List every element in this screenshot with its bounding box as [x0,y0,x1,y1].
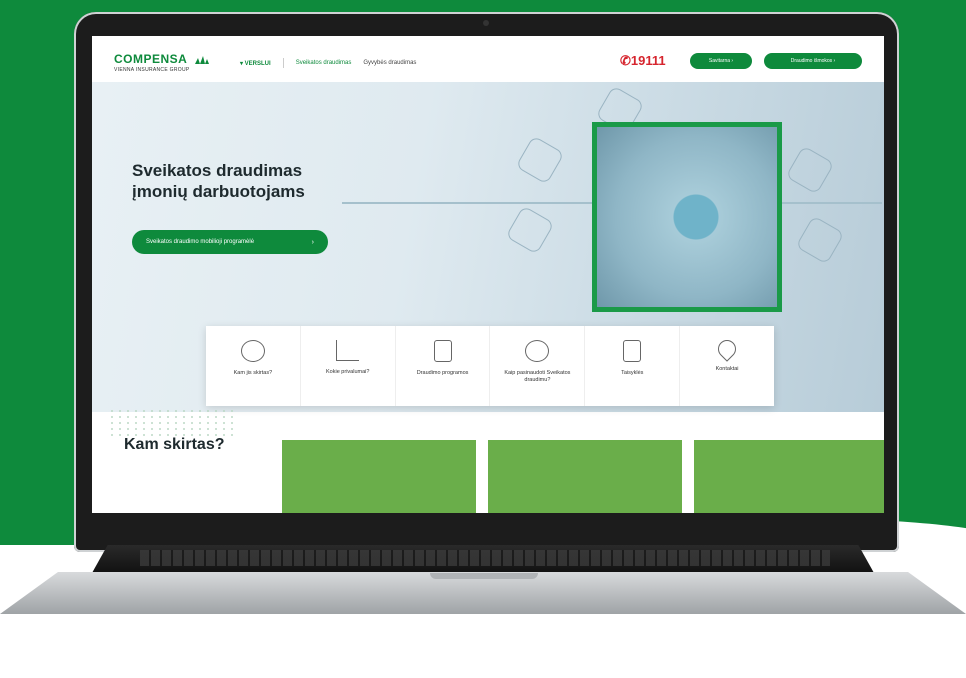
stethoscope-image [592,122,782,312]
logo-subtitle: VIENNA INSURANCE GROUP [114,67,190,73]
main-nav: ▾ VERSLUI Sveikatos draudimas Gyvybės dr… [240,58,416,68]
target-icon [240,340,265,362]
nav-item-health-insurance[interactable]: Sveikatos draudimas [296,60,352,66]
quick-link-target[interactable]: Kam jis skirtas? [206,326,301,406]
self-service-button[interactable]: Savitarna › [690,53,752,69]
image-tile [694,440,884,513]
nav-item-verslui[interactable]: ▾ VERSLUI [240,60,271,67]
doctor-hex-icon [515,135,565,185]
phone-number[interactable]: ✆19111 [620,53,666,69]
document-icon [623,340,642,362]
quick-link-programs[interactable]: Draudimo programos [396,326,491,406]
leaf-logo-icon [194,55,209,64]
site-header: COMPENSA VIENNA INSURANCE GROUP ▾ VERSLU… [92,36,884,83]
quick-link-benefits[interactable]: Kokie privalumai? [301,326,396,406]
quick-link-contacts[interactable]: Kontaktai [680,326,774,406]
heart-hex-icon [505,205,555,255]
laptop-screen: COMPENSA VIENNA INSURANCE GROUP ▾ VERSLU… [92,36,884,513]
camera-icon [483,20,489,26]
keyboard [140,550,830,566]
hero-title: Sveikatos draudimas įmonių darbuotojams [132,161,305,201]
info-icon [525,340,550,362]
quick-links: Kam jis skirtas? Kokie privalumai? Draud… [206,326,774,406]
shield-hex-icon [795,215,845,265]
section-title: Kam skirtas? [124,436,225,453]
clipboard-icon [433,340,452,362]
chevron-right-icon: › [311,238,314,246]
compensa-logo[interactable]: COMPENSA VIENNA INSURANCE GROUP [114,52,210,73]
quick-link-how-to-use[interactable]: Kaip pasinaudoti Sveikatos draudimu? [490,326,586,406]
location-pin-icon [714,336,740,362]
phone-icon: ✆ [620,53,631,68]
mobile-app-button[interactable]: Sveikatos draudimo mobilioji programėlė … [132,230,328,254]
nav-item-life-insurance[interactable]: Gyvybės draudimas [363,60,416,66]
image-tile [488,440,682,513]
dot-pattern [108,408,238,438]
claims-button[interactable]: Draudimo išmokos › [764,53,862,69]
quick-link-rules[interactable]: Taisyklės [585,326,681,406]
image-tile [282,440,476,513]
nav-divider [282,58,284,68]
bar-chart-icon [336,340,360,361]
logo-text: COMPENSA [114,52,187,66]
pills-hex-icon [785,145,835,195]
laptop-notch [430,573,538,579]
